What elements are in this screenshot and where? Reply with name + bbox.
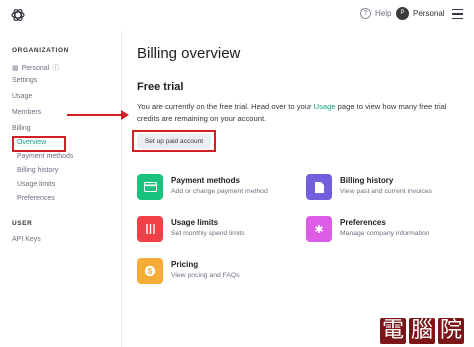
watermark-char: 院 [438,318,464,344]
trial-description: You are currently on the free trial. Hea… [137,101,449,125]
sliders-icon [137,216,163,242]
openai-logo-icon[interactable] [10,7,26,23]
page-title: Billing overview [137,45,241,62]
sidebar-item-api-keys[interactable]: API Keys [12,236,41,243]
sidebar-item-preferences[interactable]: Preferences [17,195,55,202]
watermark-char: 電 [380,318,406,344]
setup-paid-account-button[interactable]: Set up paid account [137,134,211,149]
question-circle-icon: ? [360,8,371,19]
sidebar: ORGANIZATION ▦ Personal ⓘ Settings Usage… [0,30,122,347]
account-label: Personal [413,9,445,18]
trial-text-before: You are currently on the free trial. Hea… [137,102,314,111]
card-description: Add or change payment method [171,188,268,195]
help-label: Help [375,9,392,18]
sidebar-item-personal[interactable]: ▦ Personal ⓘ [12,63,59,73]
svg-text:$: $ [148,267,153,276]
building-icon: ▦ [12,65,19,72]
sidebar-item-payment-methods[interactable]: Payment methods [17,153,73,160]
free-trial-title: Free trial [137,81,184,93]
sidebar-item-settings[interactable]: Settings [12,77,37,84]
card-usage-limits[interactable]: Usage limits Set monthly spend limits [137,216,245,242]
usage-link[interactable]: Usage [314,102,336,111]
watermark-logo: 電 腦 院 [380,318,464,344]
card-title: Preferences [340,218,386,227]
card-title: Usage limits [171,218,219,227]
sidebar-item-members[interactable]: Members [12,109,41,116]
card-payment-methods[interactable]: Payment methods Add or change payment me… [137,174,268,200]
sidebar-personal-label: Personal [21,64,50,72]
credit-card-icon [137,174,163,200]
card-description: View past and current invoices [340,188,433,195]
organization-heading: ORGANIZATION [12,47,69,54]
dollar-icon: $ [137,258,163,284]
card-description: Manage company information [340,230,430,237]
info-icon: ⓘ [52,65,60,72]
account-menu[interactable]: P Personal [396,7,445,20]
sidebar-item-usage-limits[interactable]: Usage limits [17,181,55,188]
card-description: Set monthly spend limits [171,230,245,237]
card-billing-history[interactable]: Billing history View past and current in… [306,174,432,200]
card-title: Pricing [171,260,199,269]
top-bar: ? Help P Personal [0,0,474,30]
avatar: P [396,7,409,20]
annotation-arrow [67,110,129,120]
sidebar-item-overview[interactable]: Overview [17,139,46,146]
card-pricing[interactable]: $ Pricing View pricing and FAQs [137,258,240,284]
card-preferences[interactable]: ✱ Preferences Manage company information [306,216,430,242]
hamburger-menu-icon[interactable] [452,9,463,19]
sidebar-item-usage[interactable]: Usage [12,93,32,100]
gear-icon: ✱ [306,216,332,242]
document-icon [306,174,332,200]
user-heading: USER [12,220,33,227]
card-title: Payment methods [171,176,240,185]
card-description: View pricing and FAQs [171,272,240,279]
sidebar-item-billing-history[interactable]: Billing history [17,167,58,174]
sidebar-item-billing[interactable]: Billing [12,125,31,132]
card-title: Billing history [340,176,394,185]
watermark-char: 腦 [409,318,435,344]
help-link[interactable]: ? Help [360,8,391,19]
